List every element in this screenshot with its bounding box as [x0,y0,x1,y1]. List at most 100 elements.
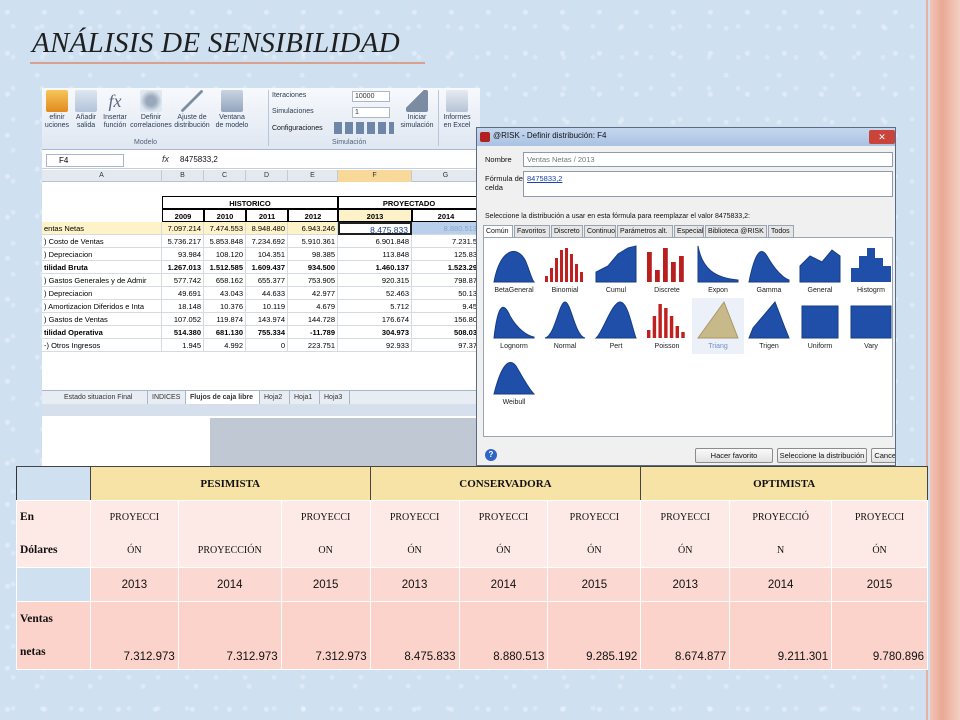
configuraciones-button[interactable]: Configuraciones [272,125,323,132]
data-cell[interactable]: 42.977 [288,287,338,300]
sheet-tab[interactable]: Hoja2 [260,391,290,404]
data-cell[interactable]: 104.351 [246,248,288,261]
data-cell[interactable]: 7.234.692 [246,235,288,248]
distribution-tab[interactable]: Favoritos [514,225,550,237]
column-header-a[interactable]: A [42,170,162,182]
distribution-normal[interactable]: Normal [539,298,591,354]
data-cell[interactable]: 681.130 [204,326,246,339]
data-cell[interactable]: 755.334 [246,326,288,339]
data-cell[interactable]: 18.148 [162,300,204,313]
data-cell[interactable]: 144.728 [288,313,338,326]
distribution-tab[interactable]: Todos [768,225,794,237]
data-cell[interactable]: 223.751 [288,339,338,352]
data-cell[interactable]: 5.712 [338,300,412,313]
anadir-salida-button[interactable]: Añadir salida [72,90,100,130]
data-cell[interactable]: 125.83 [412,248,480,261]
data-cell[interactable]: 8.880.513 [412,222,480,235]
informes-excel-button[interactable]: Informes en Excel [440,90,474,130]
ajuste-distribucion-button[interactable]: Ajuste de distribución [172,90,212,130]
data-cell[interactable]: 49.691 [162,287,204,300]
sheet-tab[interactable]: Hoja3 [320,391,350,404]
data-cell[interactable]: 577.742 [162,274,204,287]
data-cell[interactable]: 8.948.480 [246,222,288,235]
nombre-input[interactable]: Ventas Netas / 2013 [523,152,893,167]
distribution-vary[interactable]: Vary [845,298,895,354]
column-header-f[interactable]: F [338,170,412,182]
data-cell[interactable]: 1.267.013 [162,261,204,274]
distribution-tab[interactable]: Discreto [551,225,583,237]
data-cell[interactable]: 107.052 [162,313,204,326]
distribution-pert[interactable]: Pert [590,298,642,354]
data-cell[interactable]: 143.974 [246,313,288,326]
data-cell[interactable]: 304.973 [338,326,412,339]
distribution-tab[interactable]: Especial [674,225,704,237]
column-header-c[interactable]: C [204,170,246,182]
data-cell[interactable]: 119.874 [204,313,246,326]
distribution-poisson[interactable]: Poisson [641,298,693,354]
data-cell[interactable]: 50.13 [412,287,480,300]
data-cell[interactable]: 9.45 [412,300,480,313]
sheet-tab[interactable]: INDICES [148,391,186,404]
distribution-betageneral[interactable]: BetaGeneral [488,242,540,298]
seleccione-distribucion-button[interactable]: Seleccione la distribución [777,448,867,463]
column-header-d[interactable]: D [246,170,288,182]
column-header-g[interactable]: G [412,170,480,182]
data-cell[interactable]: 97.37 [412,339,480,352]
hacer-favorito-button[interactable]: Hacer favorito [695,448,773,463]
ventana-modelo-button[interactable]: Ventana de modelo [212,90,252,130]
data-cell[interactable]: 753.905 [288,274,338,287]
distribution-gamma[interactable]: Gamma [743,242,795,298]
data-cell[interactable]: 6.901.848 [338,235,412,248]
distribution-binomial[interactable]: Binomial [539,242,591,298]
close-icon[interactable]: ✕ [869,130,895,144]
data-cell[interactable]: 93.984 [162,248,204,261]
data-cell[interactable]: 98.385 [288,248,338,261]
iniciar-simulacion-button[interactable]: Iniciar simulación [398,90,436,130]
distribution-expon[interactable]: Expon [692,242,744,298]
formula-input[interactable]: 8475833,2 [180,155,218,164]
data-cell[interactable]: 176.674 [338,313,412,326]
distribution-lognorm[interactable]: Lognorm [488,298,540,354]
data-cell[interactable]: 508.03 [412,326,480,339]
data-cell[interactable]: 1.460.137 [338,261,412,274]
data-cell[interactable]: 10.119 [246,300,288,313]
data-cell[interactable]: 798.87 [412,274,480,287]
definir-correlaciones-button[interactable]: Definir correlaciones [130,90,172,130]
data-cell[interactable]: 7.474.553 [204,222,246,235]
data-cell[interactable]: 4.992 [204,339,246,352]
column-header-b[interactable]: B [162,170,204,182]
distribution-triang[interactable]: Triang [692,298,744,354]
distribution-general[interactable]: General [794,242,846,298]
simulaciones-select[interactable]: 1 [352,107,390,118]
insertar-funcion-button[interactable]: fx Insertar función [100,90,130,130]
iteraciones-select[interactable]: 10000 [352,91,390,102]
data-cell[interactable]: 92.933 [338,339,412,352]
data-cell[interactable]: 156.80 [412,313,480,326]
sheet-tab[interactable]: Hoja1 [290,391,320,404]
distribution-tab[interactable]: Continuo [584,225,616,237]
cancel-button[interactable]: Cancel [871,448,895,463]
data-cell[interactable]: 5.910.361 [288,235,338,248]
distribution-tab[interactable]: Biblioteca @RISK [705,225,767,237]
sheet-tab[interactable]: Flujos de caja libre [186,391,260,404]
name-box[interactable]: F4 [46,154,124,167]
formula-celda-input[interactable]: 8475833,2 [523,171,893,197]
distribution-uniform[interactable]: Uniform [794,298,846,354]
distribution-discrete[interactable]: Discrete [641,242,693,298]
data-cell[interactable]: 6.943.246 [288,222,338,235]
help-icon[interactable]: ? [485,449,497,461]
active-cell[interactable]: 8.475.833 [338,222,412,235]
definir-distribuciones-button[interactable]: efinir uciones [42,90,72,130]
data-cell[interactable]: 1.512.585 [204,261,246,274]
data-cell[interactable]: -11.789 [288,326,338,339]
data-cell[interactable]: 43.043 [204,287,246,300]
data-cell[interactable]: 4.679 [288,300,338,313]
distribution-histogrm[interactable]: Histogrm [845,242,895,298]
simulation-tools-icons[interactable] [334,122,394,134]
data-cell[interactable]: 44.633 [246,287,288,300]
data-cell[interactable]: 934.500 [288,261,338,274]
data-cell[interactable]: 1.523.29 [412,261,480,274]
distribution-tab[interactable]: Parámetros alt. [617,225,673,237]
column-header-e[interactable]: E [288,170,338,182]
data-cell[interactable]: 7.231.5 [412,235,480,248]
